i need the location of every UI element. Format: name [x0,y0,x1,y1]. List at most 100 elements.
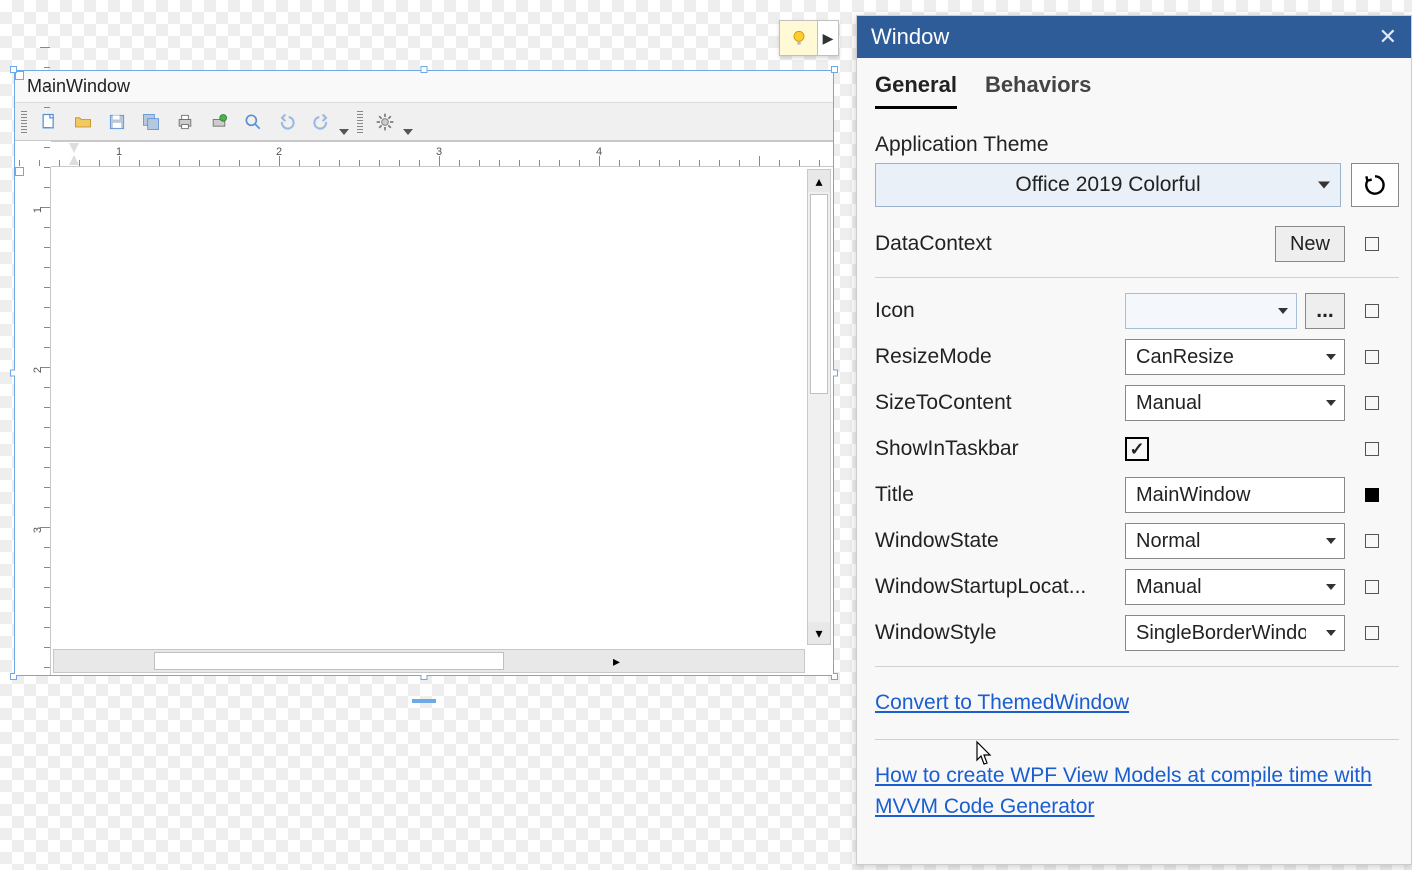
overflow-dropdown-icon[interactable] [339,129,349,135]
chevron-down-icon [1326,354,1336,360]
property-marker[interactable] [1365,626,1379,640]
scroll-up-icon[interactable]: ▴ [808,170,830,192]
ruler-label: 4 [596,146,602,158]
windowstyle-label: WindowStyle [875,621,1115,645]
windowstate-label: WindowState [875,529,1115,553]
windowstartuplocation-row: WindowStartupLocat... Manual [875,564,1399,610]
window-title: MainWindow [27,76,130,97]
chevron-down-icon [1278,308,1288,314]
selection-drag-bar[interactable] [412,699,436,703]
resizemode-value: CanResize [1136,346,1234,369]
property-marker[interactable] [1365,396,1379,410]
designer-canvas[interactable]: MainWindow 1234 123 ▴ ▾ ◂ [14,70,834,676]
ruler-label: 3 [436,146,442,158]
property-marker[interactable] [1365,534,1379,548]
property-marker[interactable] [1365,237,1379,251]
new-document-icon[interactable] [35,108,63,136]
smart-tag-expand-icon[interactable]: ▶ [818,21,838,55]
selection-handle[interactable] [421,66,428,73]
showintaskbar-row: ShowInTaskbar [875,426,1399,472]
tab-general[interactable]: General [875,72,957,109]
chevron-down-icon [1326,400,1336,406]
ruler-label: 1 [116,146,122,158]
ruler-label: 2 [276,146,282,158]
showintaskbar-checkbox[interactable] [1125,437,1149,461]
property-marker[interactable] [1365,442,1379,456]
selection-handle[interactable] [831,66,838,73]
ruler-label: 2 [32,367,44,373]
new-datacontext-button[interactable]: New [1275,226,1345,262]
panel-tabs: General Behaviors [857,58,1411,109]
redo-icon[interactable] [307,108,335,136]
sizetocontent-select[interactable]: Manual [1125,385,1345,421]
save-as-icon[interactable] [137,108,165,136]
chevron-down-icon [1318,182,1330,189]
overflow-dropdown-icon[interactable] [403,129,413,135]
resizemode-label: ResizeMode [875,345,1115,369]
first-line-indent-icon[interactable] [69,143,79,153]
windowstartuplocation-label: WindowStartupLocat... [875,575,1115,599]
title-value: MainWindow [1136,484,1250,507]
reset-icon [1362,172,1388,198]
panel-title: Window [871,24,949,50]
horizontal-ruler[interactable]: 1 2 3 4 [51,141,833,167]
print-preview-icon[interactable] [205,108,233,136]
undo-icon[interactable] [273,108,301,136]
windowstyle-value: SingleBorderWindow [1136,622,1306,645]
property-marker[interactable] [1365,350,1379,364]
datacontext-row: DataContext New [875,221,1399,267]
toolbar-grip[interactable] [357,111,363,133]
resizemode-row: ResizeMode CanResize [875,334,1399,380]
windowstartuplocation-select[interactable]: Manual [1125,569,1345,605]
icon-browse-button[interactable]: ... [1305,293,1345,329]
gear-icon[interactable] [371,108,399,136]
property-marker[interactable] [1365,580,1379,594]
toolbar-grip[interactable] [21,111,27,133]
property-marker[interactable] [1365,488,1379,502]
window-toolbar [15,103,833,141]
open-folder-icon[interactable] [69,108,97,136]
application-theme-value: Office 2019 Colorful [1015,173,1200,197]
how-to-link[interactable]: How to create WPF View Models at compile… [875,764,1372,819]
zoom-icon[interactable] [239,108,267,136]
resizemode-select[interactable]: CanResize [1125,339,1345,375]
scroll-down-icon[interactable]: ▾ [808,622,830,644]
showintaskbar-label: ShowInTaskbar [875,437,1115,461]
scrollbar-thumb[interactable] [810,194,828,394]
sizetocontent-row: SizeToContent Manual [875,380,1399,426]
horizontal-scrollbar[interactable]: ◂ ▸ [53,649,805,673]
document-page[interactable]: ▴ ▾ ◂ ▸ [51,167,833,675]
windowstyle-select[interactable]: SingleBorderWindow [1125,615,1345,651]
save-icon[interactable] [103,108,131,136]
tab-behaviors[interactable]: Behaviors [985,72,1091,109]
windowstate-value: Normal [1136,530,1200,553]
title-input[interactable]: MainWindow [1125,477,1345,513]
property-marker[interactable] [1365,304,1379,318]
selection-handle[interactable] [10,66,17,73]
application-theme-label: Application Theme [875,133,1399,157]
panel-header: Window ✕ [857,16,1411,58]
print-icon[interactable] [171,108,199,136]
application-theme-select[interactable]: Office 2019 Colorful [875,163,1341,207]
convert-to-themedwindow-link[interactable]: Convert to ThemedWindow [875,691,1129,714]
close-icon[interactable]: ✕ [1379,24,1397,50]
vertical-scrollbar[interactable]: ▴ ▾ [807,169,831,645]
sizetocontent-value: Manual [1136,392,1202,415]
scrollbar-thumb[interactable] [154,652,504,670]
windowstate-select[interactable]: Normal [1125,523,1345,559]
chevron-down-icon [1326,630,1336,636]
sizetocontent-label: SizeToContent [875,391,1115,415]
windowstyle-row: WindowStyle SingleBorderWindow [875,610,1399,656]
hanging-indent-icon[interactable] [69,155,79,165]
vertical-ruler[interactable]: 123 [15,167,51,675]
chevron-down-icon [1326,538,1336,544]
title-row: Title MainWindow [875,472,1399,518]
smart-tag[interactable]: ▶ [779,20,839,56]
datacontext-label: DataContext [875,232,1115,256]
icon-row: Icon ... [875,288,1399,334]
title-label: Title [875,483,1115,507]
reset-theme-button[interactable] [1351,163,1399,207]
window-titlebar: MainWindow [15,71,833,103]
ruler-label: 3 [32,527,44,533]
icon-select[interactable] [1125,293,1297,329]
